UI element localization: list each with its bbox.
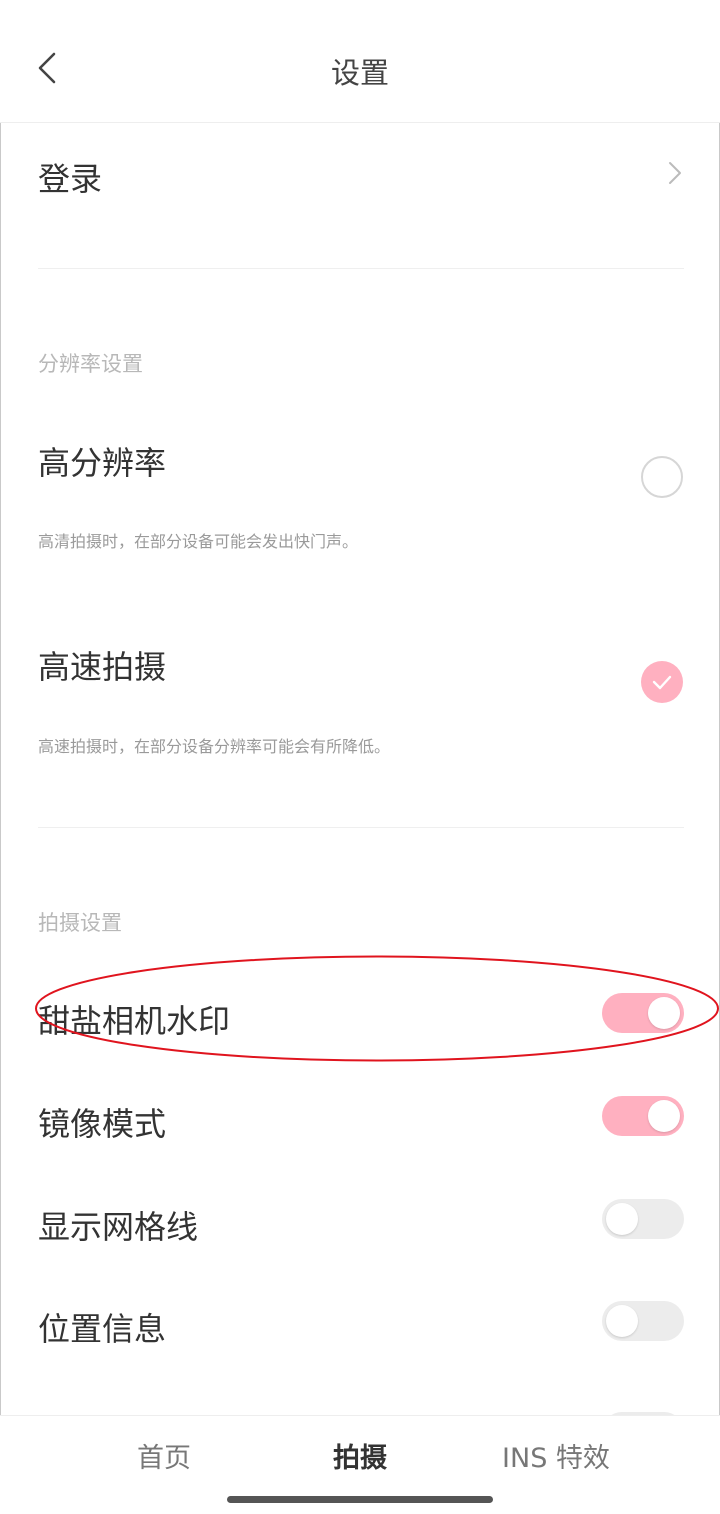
toggle-knob [648,997,680,1029]
option-description: 高清拍摄时，在部分设备可能会发出快门声。 [38,532,359,551]
radio-checked[interactable] [641,661,683,703]
toggle-label: 位置信息 [38,1310,167,1348]
location-toggle[interactable] [602,1301,684,1341]
radio-unchecked[interactable] [641,456,683,498]
option-label: 高分辨率 [38,444,167,482]
toggle-knob [606,1203,638,1235]
chevron-right-icon [669,162,681,184]
section-title-resolution: 分辨率设置 [38,352,143,376]
tab-ins-effects[interactable]: INS 特效 [486,1436,626,1475]
toggle-label: 镜像模式 [38,1105,167,1143]
toggle-label: 显示网格线 [38,1208,199,1246]
mirror-toggle[interactable] [602,1096,684,1136]
home-indicator [227,1496,493,1503]
page-title: 设置 [330,56,389,90]
option-label: 高速拍摄 [38,648,167,686]
watermark-toggle[interactable] [602,993,684,1033]
grid-toggle[interactable] [602,1199,684,1239]
tab-shoot[interactable]: 拍摄 [300,1436,420,1475]
toggle-knob [606,1305,638,1337]
checkmark-icon [652,675,672,690]
bottom-nav: 首页 拍摄 INS 特效 [0,1415,720,1514]
divider [38,268,684,269]
divider [38,827,684,828]
tab-home[interactable]: 首页 [104,1436,224,1475]
top-bar: 设置 [0,0,720,123]
toggle-label: 甜盐相机水印 [38,1002,231,1040]
section-title-shooting: 拍摄设置 [38,911,122,935]
option-description: 高速拍摄时，在部分设备分辨率可能会有所降低。 [38,737,391,756]
login-label: 登录 [38,160,103,198]
toggle-knob [648,1100,680,1132]
